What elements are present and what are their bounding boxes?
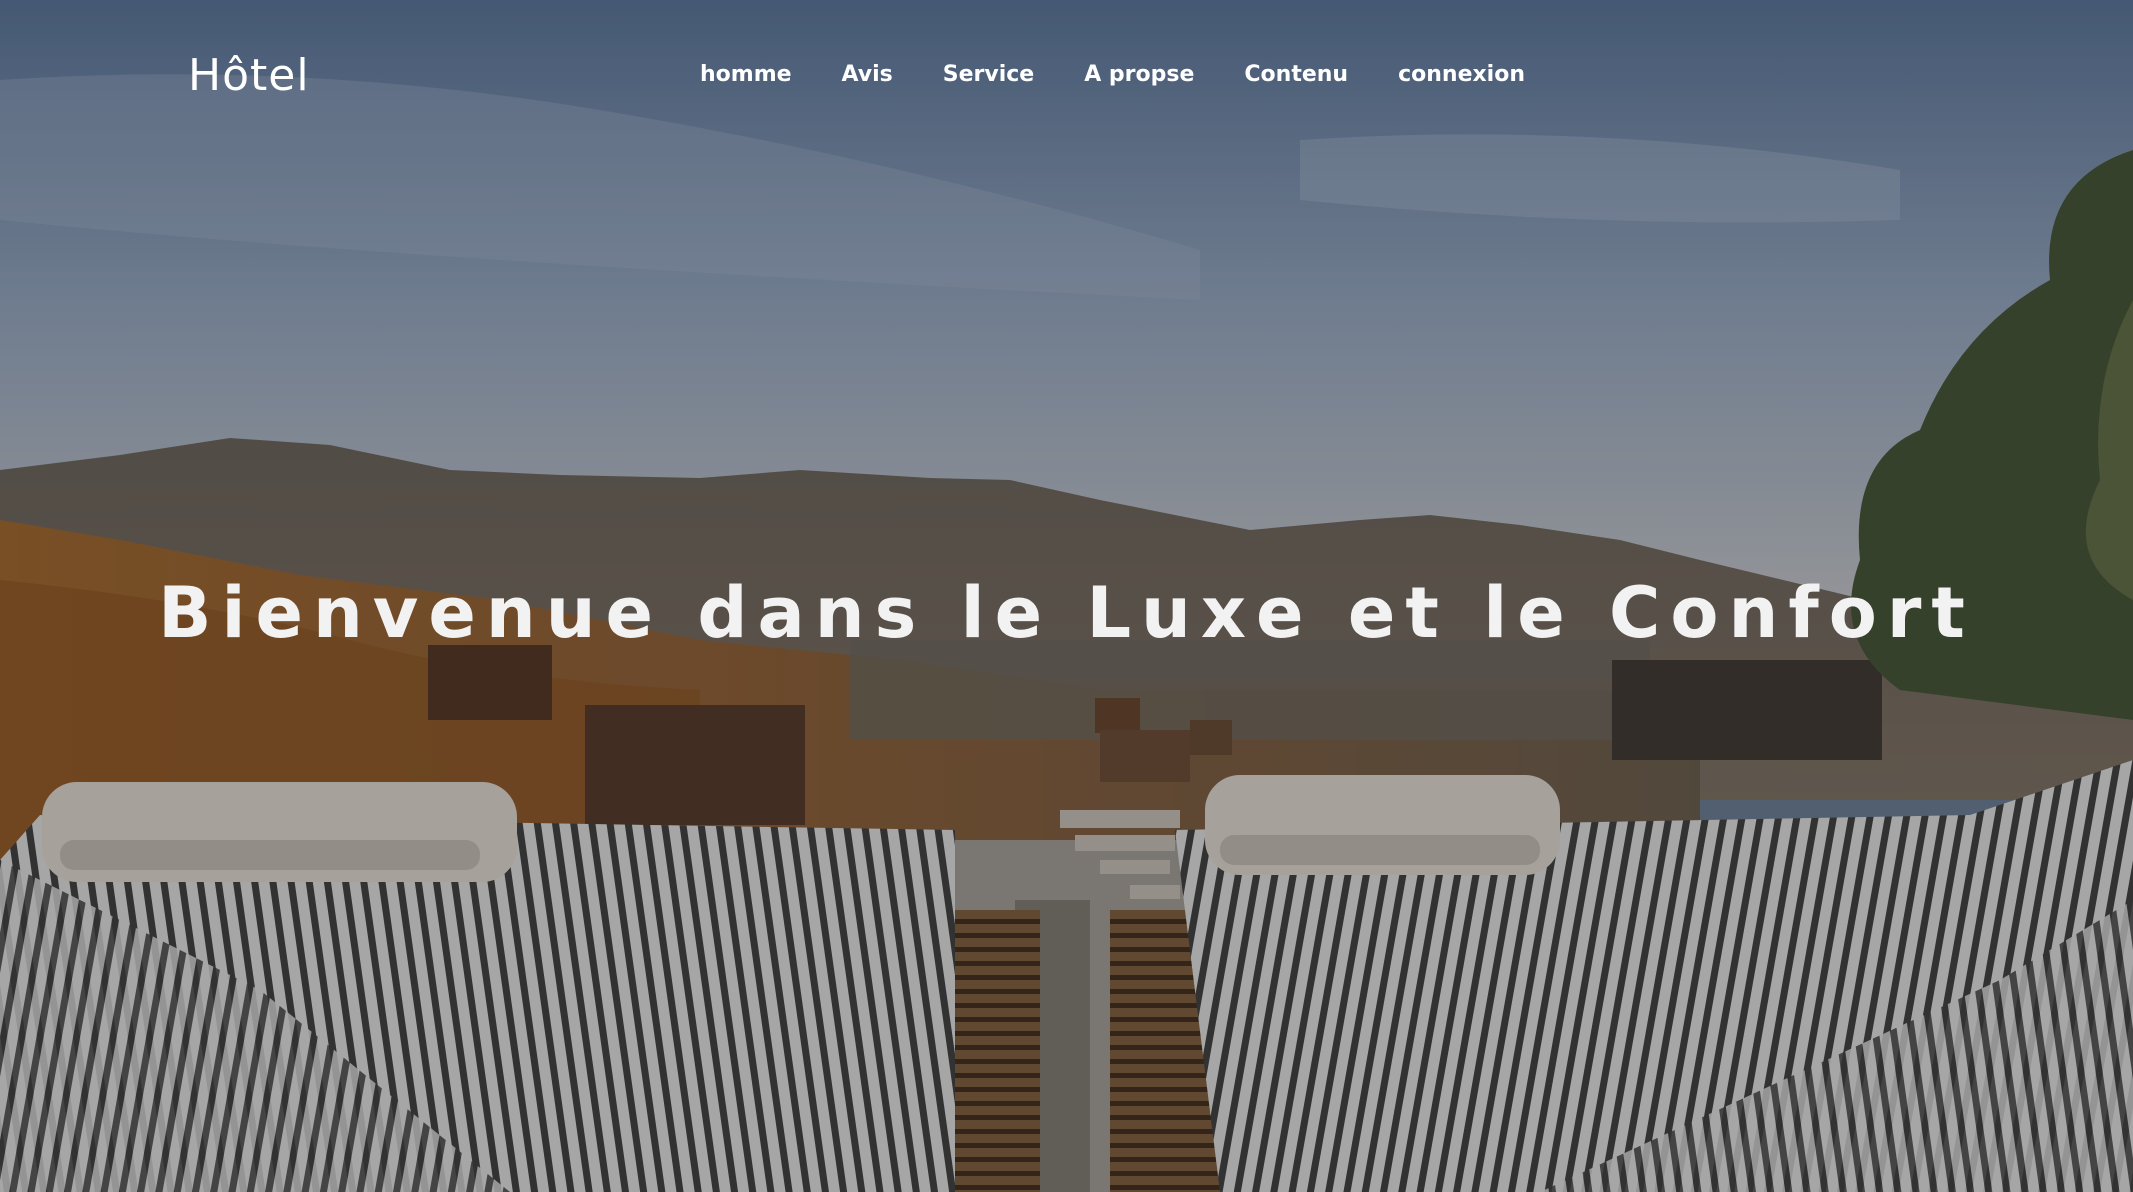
nav-item-contenu: Contenu <box>1244 62 1348 87</box>
nav-link-avis[interactable]: Avis <box>842 62 893 87</box>
logo[interactable]: Hôtel <box>188 50 310 101</box>
nav-item-service: Service <box>943 62 1034 87</box>
nav-item-homme: homme <box>700 62 792 87</box>
nav-item-avis: Avis <box>842 62 893 87</box>
nav-item-a-propos: A propse <box>1084 62 1194 87</box>
nav-link-homme[interactable]: homme <box>700 62 792 87</box>
top-navbar: Hôtel homme Avis Service A propse Conten… <box>0 0 2133 160</box>
nav-link-service[interactable]: Service <box>943 62 1034 87</box>
hero-section: Hôtel homme Avis Service A propse Conten… <box>0 0 2133 1192</box>
nav-link-contenu[interactable]: Contenu <box>1244 62 1348 87</box>
nav-item-connexion: connexion <box>1398 62 1525 87</box>
hero-title: Bienvenue dans le Luxe et le Confort <box>158 572 1975 654</box>
nav-link-a-propos[interactable]: A propse <box>1084 62 1194 87</box>
nav-link-connexion[interactable]: connexion <box>1398 62 1525 87</box>
nav-links: homme Avis Service A propse Contenu conn… <box>700 62 1525 87</box>
